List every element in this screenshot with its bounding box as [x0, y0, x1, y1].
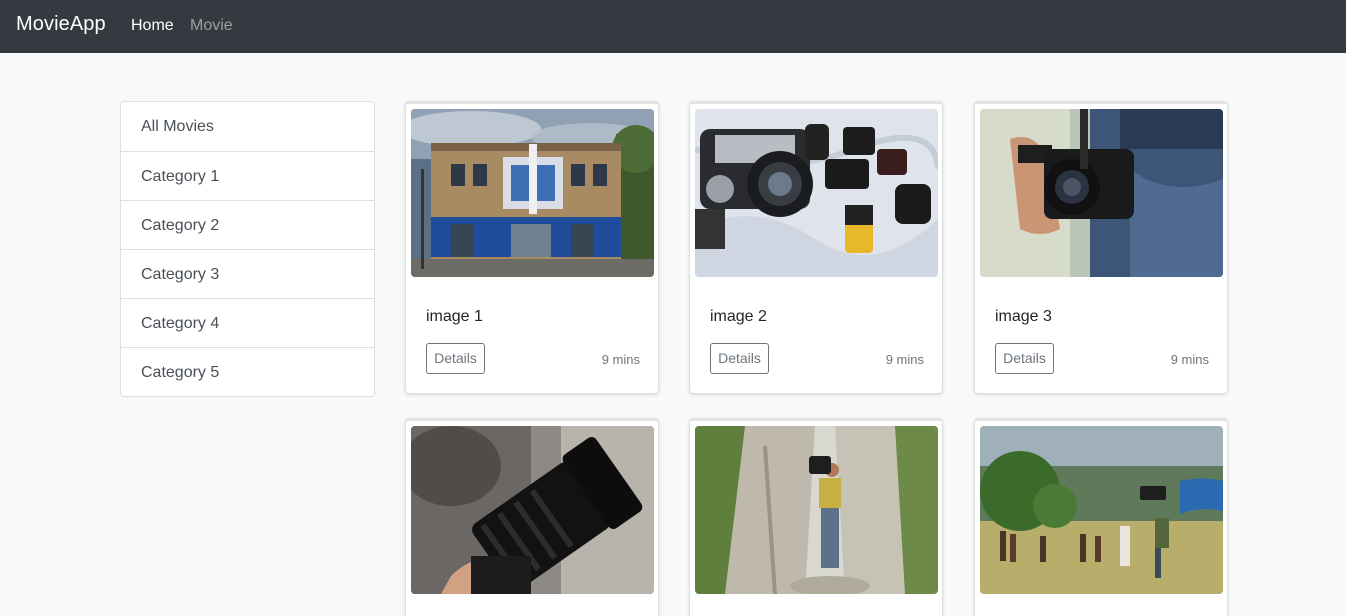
details-button[interactable]: Details	[995, 343, 1054, 374]
category-item-5[interactable]: Category 5	[121, 347, 374, 396]
movie-card: image 2 Details 9 mins	[689, 101, 943, 394]
duration-text: 9 mins	[885, 352, 924, 367]
category-item-3[interactable]: Category 3	[121, 249, 374, 298]
movie-card	[405, 418, 659, 616]
movie-thumbnail-lens[interactable]	[411, 426, 654, 594]
movie-card: image 3 Details 9 mins	[974, 101, 1228, 394]
movie-thumbnail-cameras[interactable]	[695, 109, 938, 277]
navbar: MovieApp Home Movie	[0, 0, 1346, 53]
movie-thumbnail-cameraman-cliff[interactable]	[695, 426, 938, 594]
movie-thumbnail-photographer[interactable]	[980, 109, 1223, 277]
movie-thumbnail-film-crew[interactable]	[980, 426, 1223, 594]
card-title: image 3	[995, 308, 1052, 325]
brand-logo[interactable]: MovieApp	[16, 13, 106, 36]
nav-link-home[interactable]: Home	[131, 17, 174, 35]
duration-text: 9 mins	[1170, 352, 1209, 367]
card-title: image 1	[426, 308, 483, 325]
category-item-2[interactable]: Category 2	[121, 200, 374, 249]
category-list: All Movies Category 1 Category 2 Categor…	[120, 101, 375, 397]
movie-thumbnail-theater[interactable]	[411, 109, 654, 277]
details-button[interactable]: Details	[426, 343, 485, 374]
category-item-1[interactable]: Category 1	[121, 151, 374, 200]
card-title: image 2	[710, 308, 767, 325]
movie-card: image 1 Details 9 mins	[405, 101, 659, 394]
nav-link-movie[interactable]: Movie	[190, 17, 233, 35]
movie-card	[974, 418, 1228, 616]
category-item-4[interactable]: Category 4	[121, 298, 374, 347]
details-button[interactable]: Details	[710, 343, 769, 374]
movie-card	[689, 418, 943, 616]
duration-text: 9 mins	[601, 352, 640, 367]
category-item-all-movies[interactable]: All Movies	[121, 102, 374, 151]
